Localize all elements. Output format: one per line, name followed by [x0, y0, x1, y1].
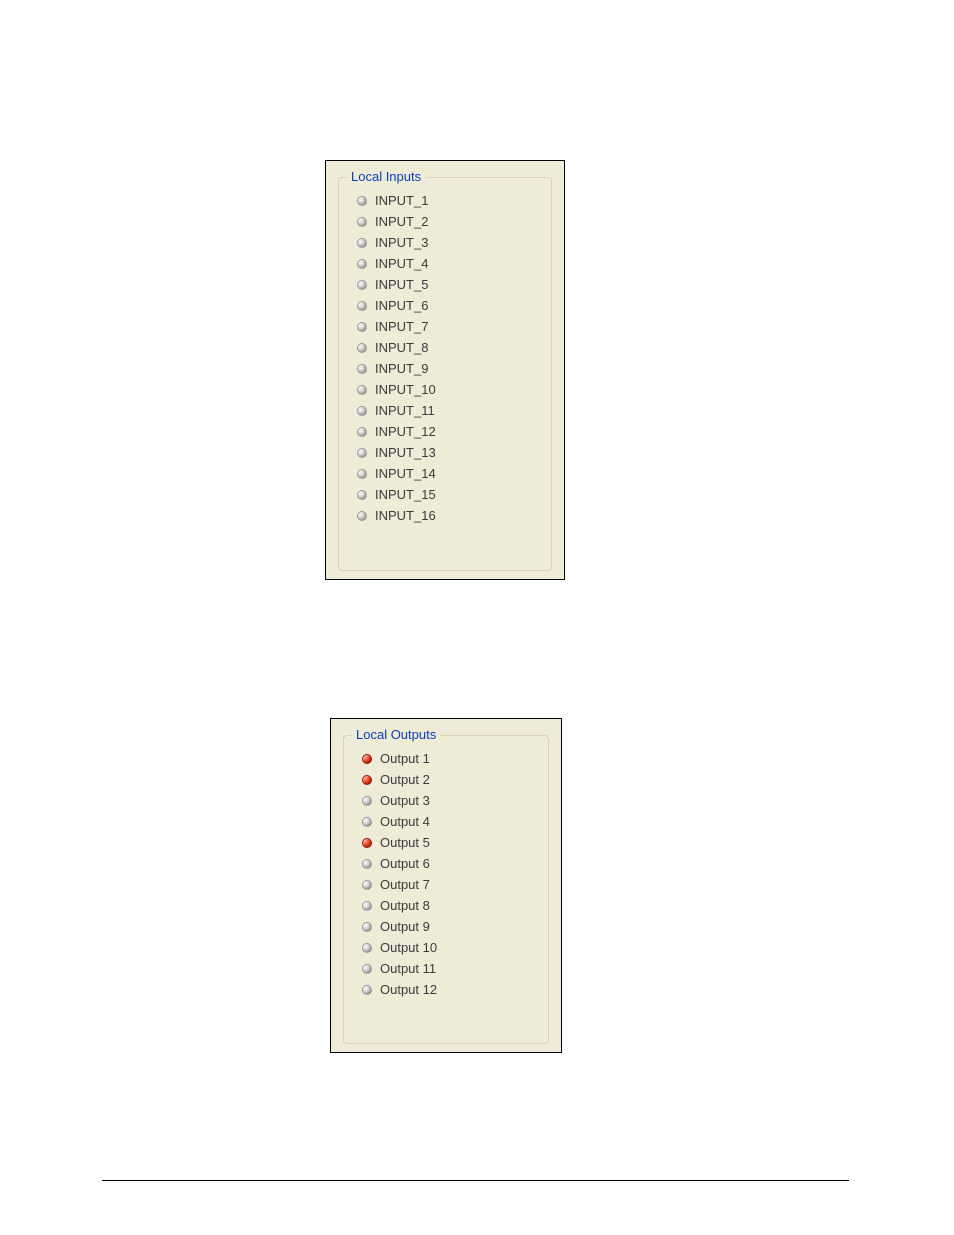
input-led-icon — [357, 259, 367, 269]
local-inputs-group: Local Inputs INPUT_1INPUT_2INPUT_3INPUT_… — [338, 177, 552, 571]
output-row: Output 2 — [362, 769, 538, 790]
input-row: INPUT_6 — [357, 295, 541, 316]
input-led-icon — [357, 322, 367, 332]
input-label: INPUT_12 — [375, 421, 436, 442]
output-led-icon — [362, 901, 372, 911]
output-row: Output 11 — [362, 958, 538, 979]
input-label: INPUT_3 — [375, 232, 428, 253]
input-led-icon — [357, 217, 367, 227]
input-led-icon — [357, 427, 367, 437]
input-label: INPUT_1 — [375, 190, 428, 211]
local-inputs-panel: Local Inputs INPUT_1INPUT_2INPUT_3INPUT_… — [325, 160, 565, 580]
input-label: INPUT_7 — [375, 316, 428, 337]
input-led-icon — [357, 448, 367, 458]
output-label: Output 11 — [380, 958, 436, 979]
input-row: INPUT_9 — [357, 358, 541, 379]
output-label: Output 9 — [380, 916, 430, 937]
output-led-icon — [362, 985, 372, 995]
output-led-icon — [362, 775, 372, 785]
output-led-icon — [362, 943, 372, 953]
input-label: INPUT_6 — [375, 295, 428, 316]
input-led-icon — [357, 280, 367, 290]
input-led-icon — [357, 490, 367, 500]
input-led-icon — [357, 385, 367, 395]
output-led-icon — [362, 880, 372, 890]
output-row: Output 9 — [362, 916, 538, 937]
input-row: INPUT_5 — [357, 274, 541, 295]
input-led-icon — [357, 301, 367, 311]
output-label: Output 1 — [380, 748, 430, 769]
output-row: Output 12 — [362, 979, 538, 1000]
input-row: INPUT_1 — [357, 190, 541, 211]
output-label: Output 12 — [380, 979, 437, 1000]
input-led-icon — [357, 196, 367, 206]
input-label: INPUT_16 — [375, 505, 436, 526]
output-label: Output 7 — [380, 874, 430, 895]
input-row: INPUT_3 — [357, 232, 541, 253]
output-label: Output 3 — [380, 790, 430, 811]
output-led-icon — [362, 754, 372, 764]
input-led-icon — [357, 511, 367, 521]
input-led-icon — [357, 406, 367, 416]
input-label: INPUT_8 — [375, 337, 428, 358]
output-led-icon — [362, 796, 372, 806]
output-led-icon — [362, 922, 372, 932]
input-row: INPUT_11 — [357, 400, 541, 421]
output-label: Output 10 — [380, 937, 437, 958]
output-label: Output 6 — [380, 853, 430, 874]
input-row: INPUT_10 — [357, 379, 541, 400]
input-led-icon — [357, 469, 367, 479]
input-row: INPUT_4 — [357, 253, 541, 274]
output-led-icon — [362, 859, 372, 869]
input-label: INPUT_2 — [375, 211, 428, 232]
input-led-icon — [357, 343, 367, 353]
output-label: Output 4 — [380, 811, 430, 832]
output-row: Output 5 — [362, 832, 538, 853]
output-row: Output 7 — [362, 874, 538, 895]
local-inputs-list: INPUT_1INPUT_2INPUT_3INPUT_4INPUT_5INPUT… — [357, 190, 541, 526]
input-row: INPUT_14 — [357, 463, 541, 484]
input-label: INPUT_14 — [375, 463, 436, 484]
output-label: Output 2 — [380, 769, 430, 790]
local-inputs-title: Local Inputs — [347, 169, 425, 184]
input-led-icon — [357, 238, 367, 248]
output-row: Output 10 — [362, 937, 538, 958]
output-row: Output 6 — [362, 853, 538, 874]
input-row: INPUT_12 — [357, 421, 541, 442]
input-label: INPUT_11 — [375, 400, 435, 421]
input-row: INPUT_15 — [357, 484, 541, 505]
output-led-icon — [362, 817, 372, 827]
local-outputs-group: Local Outputs Output 1Output 2Output 3Ou… — [343, 735, 549, 1044]
output-led-icon — [362, 964, 372, 974]
output-label: Output 5 — [380, 832, 430, 853]
output-row: Output 1 — [362, 748, 538, 769]
output-row: Output 3 — [362, 790, 538, 811]
local-outputs-panel: Local Outputs Output 1Output 2Output 3Ou… — [330, 718, 562, 1053]
output-led-icon — [362, 838, 372, 848]
input-label: INPUT_5 — [375, 274, 428, 295]
input-led-icon — [357, 364, 367, 374]
input-label: INPUT_9 — [375, 358, 428, 379]
input-row: INPUT_2 — [357, 211, 541, 232]
input-label: INPUT_10 — [375, 379, 436, 400]
local-outputs-list: Output 1Output 2Output 3Output 4Output 5… — [362, 748, 538, 1000]
output-row: Output 4 — [362, 811, 538, 832]
output-label: Output 8 — [380, 895, 430, 916]
input-row: INPUT_13 — [357, 442, 541, 463]
input-row: INPUT_8 — [357, 337, 541, 358]
output-row: Output 8 — [362, 895, 538, 916]
input-row: INPUT_7 — [357, 316, 541, 337]
input-label: INPUT_13 — [375, 442, 436, 463]
local-outputs-title: Local Outputs — [352, 727, 440, 742]
input-row: INPUT_16 — [357, 505, 541, 526]
footer-divider — [102, 1180, 849, 1181]
input-label: INPUT_4 — [375, 253, 428, 274]
input-label: INPUT_15 — [375, 484, 436, 505]
